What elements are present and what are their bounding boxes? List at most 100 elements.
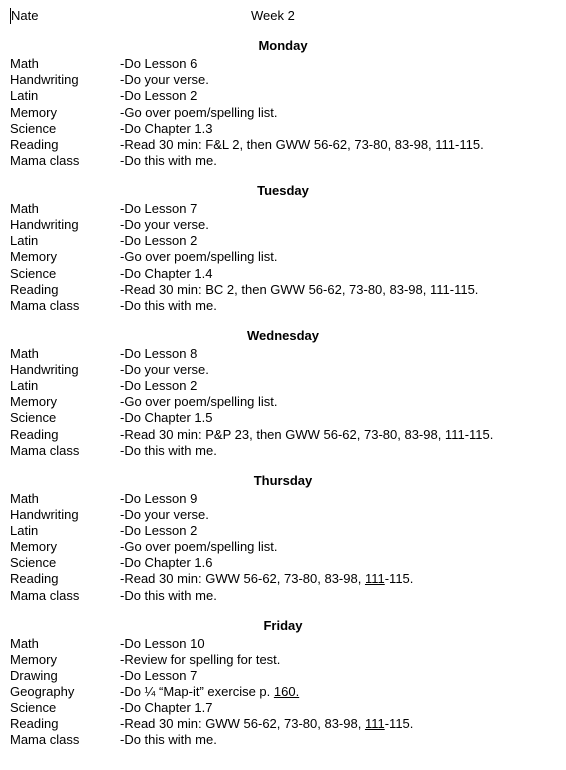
subject-label: Science <box>10 410 120 426</box>
task-text: -Do this with me. <box>120 588 556 604</box>
schedule-row: Science-Do Chapter 1.4 <box>10 266 556 282</box>
day-header: Thursday <box>10 473 556 489</box>
subject-label: Memory <box>10 652 120 668</box>
schedule-row: Science-Do Chapter 1.6 <box>10 555 556 571</box>
task-text: -Do this with me. <box>120 732 556 748</box>
schedule-row: Memory-Go over poem/spelling list. <box>10 249 556 265</box>
day-header: Wednesday <box>10 328 556 344</box>
subject-label: Memory <box>10 394 120 410</box>
schedule-row: Math-Do Lesson 6 <box>10 56 556 72</box>
subject-label: Handwriting <box>10 362 120 378</box>
schedule-row: Reading-Read 30 min: BC 2, then GWW 56-6… <box>10 282 556 298</box>
schedule-row: Reading-Read 30 min: F&L 2, then GWW 56-… <box>10 137 556 153</box>
task-text: -Do Chapter 1.6 <box>120 555 556 571</box>
task-text: -Do Lesson 7 <box>120 668 556 684</box>
task-text: -Read 30 min: GWW 56-62, 73-80, 83-98, 1… <box>120 571 556 587</box>
task-text: -Do Chapter 1.4 <box>120 266 556 282</box>
subject-label: Math <box>10 491 120 507</box>
subject-label: Handwriting <box>10 72 120 88</box>
task-text: -Do Lesson 2 <box>120 233 556 249</box>
task-text: -Do Lesson 2 <box>120 378 556 394</box>
subject-label: Reading <box>10 137 120 153</box>
schedule-row: Reading-Read 30 min: GWW 56-62, 73-80, 8… <box>10 571 556 587</box>
subject-label: Science <box>10 266 120 282</box>
task-text: -Do Lesson 9 <box>120 491 556 507</box>
schedule-row: Science-Do Chapter 1.5 <box>10 410 556 426</box>
task-text: -Do this with me. <box>120 298 556 314</box>
subject-label: Latin <box>10 233 120 249</box>
day-header: Friday <box>10 618 556 634</box>
subject-label: Memory <box>10 105 120 121</box>
task-text: -Do Lesson 7 <box>120 201 556 217</box>
task-text: -Do your verse. <box>120 507 556 523</box>
subject-label: Reading <box>10 427 120 443</box>
schedule-row: Drawing-Do Lesson 7 <box>10 668 556 684</box>
subject-label: Science <box>10 555 120 571</box>
schedule-row: Science-Do Chapter 1.7 <box>10 700 556 716</box>
task-text: -Do your verse. <box>120 217 556 233</box>
task-text: -Go over poem/spelling list. <box>120 539 556 555</box>
day-block: Math-Do Lesson 7Handwriting-Do your vers… <box>10 201 556 314</box>
subject-label: Mama class <box>10 732 120 748</box>
schedule-row: Latin-Do Lesson 2 <box>10 378 556 394</box>
schedule-row: Reading-Read 30 min: P&P 23, then GWW 56… <box>10 427 556 443</box>
schedule-row: Reading-Read 30 min: GWW 56-62, 73-80, 8… <box>10 716 556 732</box>
task-text: -Do ¼ “Map-it” exercise p. 160. <box>120 684 556 700</box>
subject-label: Latin <box>10 523 120 539</box>
task-text: -Do Chapter 1.3 <box>120 121 556 137</box>
schedule-row: Memory-Go over poem/spelling list. <box>10 394 556 410</box>
header-row: Nate Week 2 <box>10 8 556 24</box>
subject-label: Math <box>10 201 120 217</box>
subject-label: Memory <box>10 249 120 265</box>
schedule-row: Memory-Go over poem/spelling list. <box>10 105 556 121</box>
subject-label: Reading <box>10 571 120 587</box>
task-text: -Do Lesson 2 <box>120 523 556 539</box>
schedule-row: Latin-Do Lesson 2 <box>10 233 556 249</box>
task-text: -Read 30 min: GWW 56-62, 73-80, 83-98, 1… <box>120 716 556 732</box>
subject-label: Science <box>10 121 120 137</box>
task-text: -Do Chapter 1.5 <box>120 410 556 426</box>
subject-label: Mama class <box>10 153 120 169</box>
student-name: Nate <box>10 8 251 24</box>
subject-label: Mama class <box>10 588 120 604</box>
task-text: -Read 30 min: BC 2, then GWW 56-62, 73-8… <box>120 282 556 298</box>
schedule-row: Memory-Review for spelling for test. <box>10 652 556 668</box>
schedule-row: Handwriting-Do your verse. <box>10 217 556 233</box>
task-text: -Read 30 min: F&L 2, then GWW 56-62, 73-… <box>120 137 556 153</box>
day-header: Monday <box>10 38 556 54</box>
subject-label: Drawing <box>10 668 120 684</box>
subject-label: Reading <box>10 716 120 732</box>
schedule-row: Math-Do Lesson 9 <box>10 491 556 507</box>
day-block: Math-Do Lesson 9Handwriting-Do your vers… <box>10 491 556 604</box>
task-text: -Do Lesson 2 <box>120 88 556 104</box>
task-text: -Read 30 min: P&P 23, then GWW 56-62, 73… <box>120 427 556 443</box>
subject-label: Science <box>10 700 120 716</box>
task-text: -Do Chapter 1.7 <box>120 700 556 716</box>
day-block: Math-Do Lesson 6Handwriting-Do your vers… <box>10 56 556 169</box>
schedule-row: Math-Do Lesson 7 <box>10 201 556 217</box>
task-text: -Go over poem/spelling list. <box>120 394 556 410</box>
task-text: -Do your verse. <box>120 362 556 378</box>
day-header: Tuesday <box>10 183 556 199</box>
task-text: -Do your verse. <box>120 72 556 88</box>
day-block: Math-Do Lesson 10Memory-Review for spell… <box>10 636 556 749</box>
subject-label: Latin <box>10 378 120 394</box>
task-text: -Do this with me. <box>120 153 556 169</box>
subject-label: Math <box>10 56 120 72</box>
schedule-row: Memory-Go over poem/spelling list. <box>10 539 556 555</box>
schedule-row: Handwriting-Do your verse. <box>10 507 556 523</box>
subject-label: Reading <box>10 282 120 298</box>
subject-label: Latin <box>10 88 120 104</box>
schedule-row: Handwriting-Do your verse. <box>10 72 556 88</box>
task-text: -Do Lesson 6 <box>120 56 556 72</box>
schedule-row: Latin-Do Lesson 2 <box>10 88 556 104</box>
subject-label: Math <box>10 636 120 652</box>
task-text: -Review for spelling for test. <box>120 652 556 668</box>
schedule-row: Mama class-Do this with me. <box>10 588 556 604</box>
subject-label: Mama class <box>10 443 120 459</box>
subject-label: Geography <box>10 684 120 700</box>
week-label: Week 2 <box>251 8 295 24</box>
schedule-row: Mama class-Do this with me. <box>10 298 556 314</box>
schedule-row: Mama class-Do this with me. <box>10 443 556 459</box>
subject-label: Mama class <box>10 298 120 314</box>
